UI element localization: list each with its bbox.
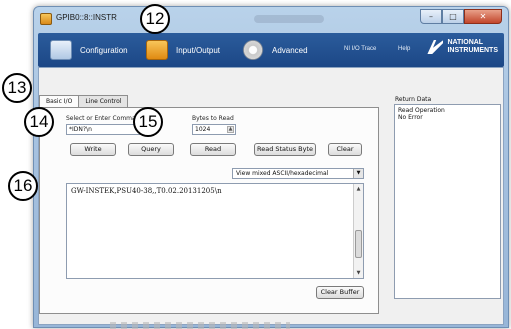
view-mode-select[interactable]: View mixed ASCII/hexadecimal ▼	[232, 168, 364, 179]
input-output-label: Input/Output	[176, 45, 221, 55]
callout-13: 13	[2, 73, 32, 103]
national-instruments-logo: NATIONAL INSTRUMENTS	[427, 39, 498, 55]
view-mode-value: View mixed ASCII/hexadecimal	[236, 170, 329, 177]
configuration-button[interactable]: Configuration	[50, 33, 128, 67]
bytes-to-read-field[interactable]: 1024 ▲	[192, 124, 236, 135]
logo-line2: INSTRUMENTS	[447, 47, 498, 54]
return-data-line: No Error	[398, 114, 423, 121]
visa-test-panel-window: GPIB0::8::INSTR – □ ✕ Configuration Inpu…	[33, 6, 509, 328]
configuration-label: Configuration	[80, 45, 128, 55]
help-link[interactable]: Help	[398, 46, 410, 52]
callout-14: 14	[24, 107, 54, 137]
gear-icon	[242, 40, 264, 60]
maximize-icon[interactable]: □	[442, 9, 464, 24]
chevron-down-icon[interactable]: ▼	[353, 169, 363, 178]
scroll-thumb[interactable]	[355, 230, 362, 258]
callout-12: 12	[140, 4, 170, 34]
scroll-down-icon[interactable]: ▼	[354, 268, 363, 278]
callout-16: 16	[8, 171, 38, 201]
window-title: GPIB0::8::INSTR	[56, 13, 117, 22]
logo-line1: NATIONAL	[447, 39, 484, 46]
read-status-byte-button[interactable]: Read Status Byte	[254, 143, 316, 156]
main-toolbar: Configuration Input/Output Advanced NI I…	[38, 33, 504, 67]
input-output-icon	[146, 40, 168, 60]
tab-line-control[interactable]: Line Control	[78, 95, 129, 107]
taskbar-blur	[110, 322, 290, 329]
content-area: Basic I/O Line Control Select or Enter C…	[38, 67, 504, 325]
basic-io-panel: Select or Enter Command *IDN?\n Bytes to…	[39, 107, 379, 314]
read-button[interactable]: Read	[190, 143, 236, 156]
advanced-button[interactable]: Advanced	[242, 33, 308, 67]
return-data-line: Read Operation	[398, 107, 445, 114]
bytes-to-read-label: Bytes to Read	[192, 115, 234, 122]
clear-buffer-button[interactable]: Clear Buffer	[316, 286, 364, 299]
minimize-icon[interactable]: –	[420, 9, 442, 24]
response-scrollbar[interactable]: ▲ ▼	[353, 184, 363, 278]
window-controls: – □ ✕	[420, 9, 502, 24]
response-output[interactable]: GW-INSTEK,PSU40-38,,T0.02.20131205\n ▲ ▼	[66, 183, 364, 279]
spinner-icon[interactable]: ▲	[227, 126, 234, 133]
return-data-label: Return Data	[395, 96, 432, 103]
return-data-box: Read Operation No Error	[394, 104, 501, 299]
callout-15: 15	[133, 107, 163, 137]
close-icon[interactable]: ✕	[464, 9, 502, 24]
configuration-icon	[50, 40, 72, 60]
title-bar-blur	[254, 15, 324, 23]
advanced-label: Advanced	[272, 45, 308, 55]
clear-button[interactable]: Clear	[328, 143, 362, 156]
command-input[interactable]: *IDN?\n	[66, 124, 142, 135]
ni-io-trace-link[interactable]: NI I/O Trace	[344, 46, 376, 52]
tab-strip: Basic I/O Line Control	[39, 95, 129, 108]
write-button[interactable]: Write	[70, 143, 116, 156]
scroll-up-icon[interactable]: ▲	[354, 184, 363, 194]
ni-logo-mark	[427, 40, 444, 54]
input-output-button[interactable]: Input/Output	[146, 33, 220, 67]
response-text: GW-INSTEK,PSU40-38,,T0.02.20131205\n	[71, 187, 222, 195]
query-button[interactable]: Query	[128, 143, 174, 156]
title-bar[interactable]: GPIB0::8::INSTR – □ ✕	[34, 7, 508, 33]
app-icon	[40, 13, 52, 25]
command-label: Select or Enter Command	[66, 115, 144, 122]
bytes-to-read-value: 1024	[195, 126, 211, 133]
